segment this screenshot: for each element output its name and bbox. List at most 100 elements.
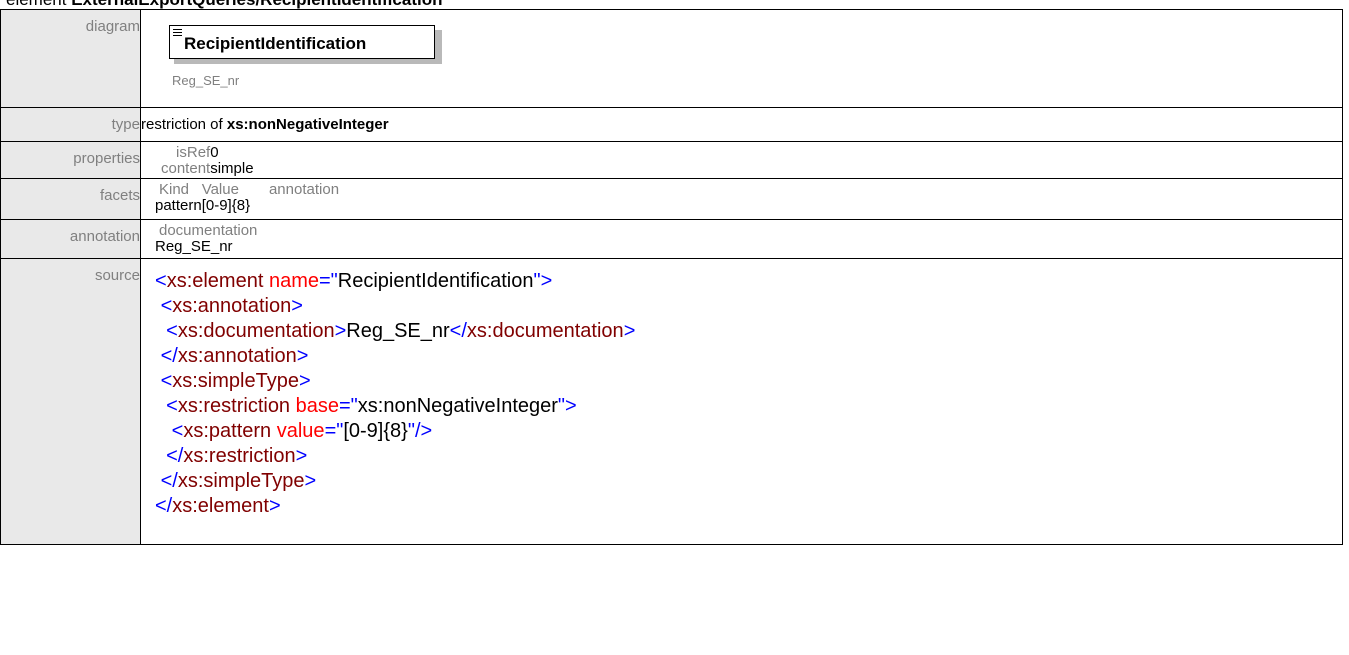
type-label-cell: type xyxy=(0,107,141,142)
source-bracket: "> xyxy=(533,270,553,292)
source-bracket: < xyxy=(166,320,178,342)
source-label: source xyxy=(94,267,140,284)
row-source: source <xs:element name="RecipientIdenti… xyxy=(0,258,1343,545)
facet-kind: pattern xyxy=(155,197,202,214)
prop-value: simple xyxy=(210,160,254,177)
source-tag: xs:restriction xyxy=(177,395,291,417)
properties-table: isRef 0 content simple xyxy=(161,145,254,177)
facets-label-cell: facets xyxy=(0,178,141,220)
source-line: </xs:restriction> xyxy=(155,444,1342,469)
source-line: <xs:pattern value="[0-9]{8}"/> xyxy=(155,419,1342,444)
source-indent xyxy=(155,320,166,342)
properties-label: properties xyxy=(73,150,140,167)
source-bracket: </ xyxy=(166,445,184,467)
type-value: restriction of xs:nonNegativeInteger xyxy=(141,108,1342,133)
source-bracket: > xyxy=(291,295,303,317)
source-line: <xs:simpleType> xyxy=(155,369,1342,394)
source-attr-name: value xyxy=(271,420,325,442)
source-tag: xs:element xyxy=(172,495,269,517)
facets-header-annotation: annotation xyxy=(268,181,340,198)
row-diagram: diagram RecipientIdentification Reg_SE_n… xyxy=(0,9,1343,108)
source-attr-eq: =" xyxy=(339,395,358,417)
type-prefix: restriction of xyxy=(141,116,223,133)
diagram-label-cell: diagram xyxy=(0,9,141,108)
source-attr-eq: =" xyxy=(319,270,338,292)
annotation-value: Reg_SE_nr xyxy=(155,238,233,255)
source-attr-name: base xyxy=(290,395,339,417)
source-line: <xs:element name="RecipientIdentificatio… xyxy=(155,269,1342,294)
source-bracket: > xyxy=(296,345,309,367)
properties-cell: isRef 0 content simple xyxy=(140,141,1343,179)
element-doc-table: diagram RecipientIdentification Reg_SE_n… xyxy=(0,9,1343,545)
source-bracket: > xyxy=(295,445,308,467)
diagram-cell: RecipientIdentification Reg_SE_nr xyxy=(140,9,1343,108)
source-indent xyxy=(155,395,166,417)
source-indent xyxy=(155,420,172,442)
facet-value: [0-9]{8} xyxy=(201,197,251,214)
source-cell: <xs:element name="RecipientIdentificatio… xyxy=(140,258,1343,545)
row-annotation: annotation documentation Reg_SE_nr xyxy=(0,219,1343,259)
source-attr-name: name xyxy=(263,270,319,292)
source-bracket: < xyxy=(166,395,178,417)
source-label-cell: source xyxy=(0,258,141,545)
source-bracket: < xyxy=(171,420,184,442)
source-tag: xs:element xyxy=(166,270,264,292)
source-line: <xs:restriction base="xs:nonNegativeInte… xyxy=(155,394,1342,419)
documentation-lines-icon xyxy=(173,29,182,38)
annotation-label: annotation xyxy=(69,228,140,245)
source-bracket: "> xyxy=(557,395,577,417)
source-bracket: </ xyxy=(155,495,173,517)
source-line: </xs:simpleType> xyxy=(155,469,1342,494)
source-line: </xs:annotation> xyxy=(155,344,1342,369)
element-box[interactable]: RecipientIdentification xyxy=(169,25,435,59)
source-indent xyxy=(155,445,166,467)
source-bracket: "/> xyxy=(407,420,433,442)
source-bracket: > xyxy=(334,320,347,342)
prop-key: isRef xyxy=(176,144,211,161)
prop-value: 0 xyxy=(210,144,219,161)
element-documentation: Reg_SE_nr xyxy=(172,73,240,88)
heading-path: ExternalExportQueries/RecipientIdentific… xyxy=(71,0,442,9)
source-bracket: </ xyxy=(449,320,467,342)
source-bracket: > xyxy=(623,320,636,342)
annotation-cell: documentation Reg_SE_nr xyxy=(140,219,1343,259)
source-bracket: > xyxy=(298,370,311,392)
source-attr-value: [0-9]{8} xyxy=(343,420,408,442)
facets-header-kind: Kind xyxy=(159,181,190,198)
facets-label: facets xyxy=(99,187,140,204)
source-bracket: </ xyxy=(160,345,178,367)
diagram-label: diagram xyxy=(85,18,140,35)
source-tag: xs:annotation xyxy=(172,295,292,317)
source-tag: xs:simpleType xyxy=(177,470,305,492)
source-tag: xs:simpleType xyxy=(172,370,299,392)
annotation-label-cell: annotation xyxy=(0,219,141,259)
source-tag: xs:restriction xyxy=(183,445,296,467)
type-cell: restriction of xs:nonNegativeInteger xyxy=(140,107,1343,142)
source-tag: xs:documentation xyxy=(177,320,335,342)
annotation-table: documentation Reg_SE_nr xyxy=(155,223,257,255)
source-bracket: </ xyxy=(160,470,178,492)
prop-key: content xyxy=(161,160,211,177)
facets-cell: Kind Value annotation pattern [0-9]{8} xyxy=(140,178,1343,220)
source-attr-eq: =" xyxy=(324,420,344,442)
source-attr-value: RecipientIdentification xyxy=(337,270,534,292)
diagram: RecipientIdentification Reg_SE_nr xyxy=(141,10,1342,105)
source-bracket: > xyxy=(268,495,281,517)
source-line: </xs:element> xyxy=(155,494,1342,519)
row-facets: facets Kind Value annotation pattern [0-… xyxy=(0,178,1343,220)
source-bracket: > xyxy=(304,470,317,492)
source-attr-value: xs:nonNegativeInteger xyxy=(357,395,558,417)
annotation-header: documentation xyxy=(159,222,258,239)
source-text: Reg_SE_nr xyxy=(346,320,450,342)
source-line: <xs:annotation> xyxy=(155,294,1342,319)
facets-table: Kind Value annotation pattern [0-9]{8} xyxy=(155,182,339,214)
facets-header-value: Value xyxy=(201,181,239,198)
source-tag: xs:documentation xyxy=(466,320,624,342)
element-name: RecipientIdentification xyxy=(184,34,367,53)
properties-label-cell: properties xyxy=(0,141,141,179)
source-tag: xs:pattern xyxy=(183,420,272,442)
source-code: <xs:element name="RecipientIdentificatio… xyxy=(155,259,1342,519)
source-tag: xs:annotation xyxy=(177,345,297,367)
type-label: type xyxy=(111,116,140,133)
row-type: type restriction of xs:nonNegativeIntege… xyxy=(0,107,1343,142)
